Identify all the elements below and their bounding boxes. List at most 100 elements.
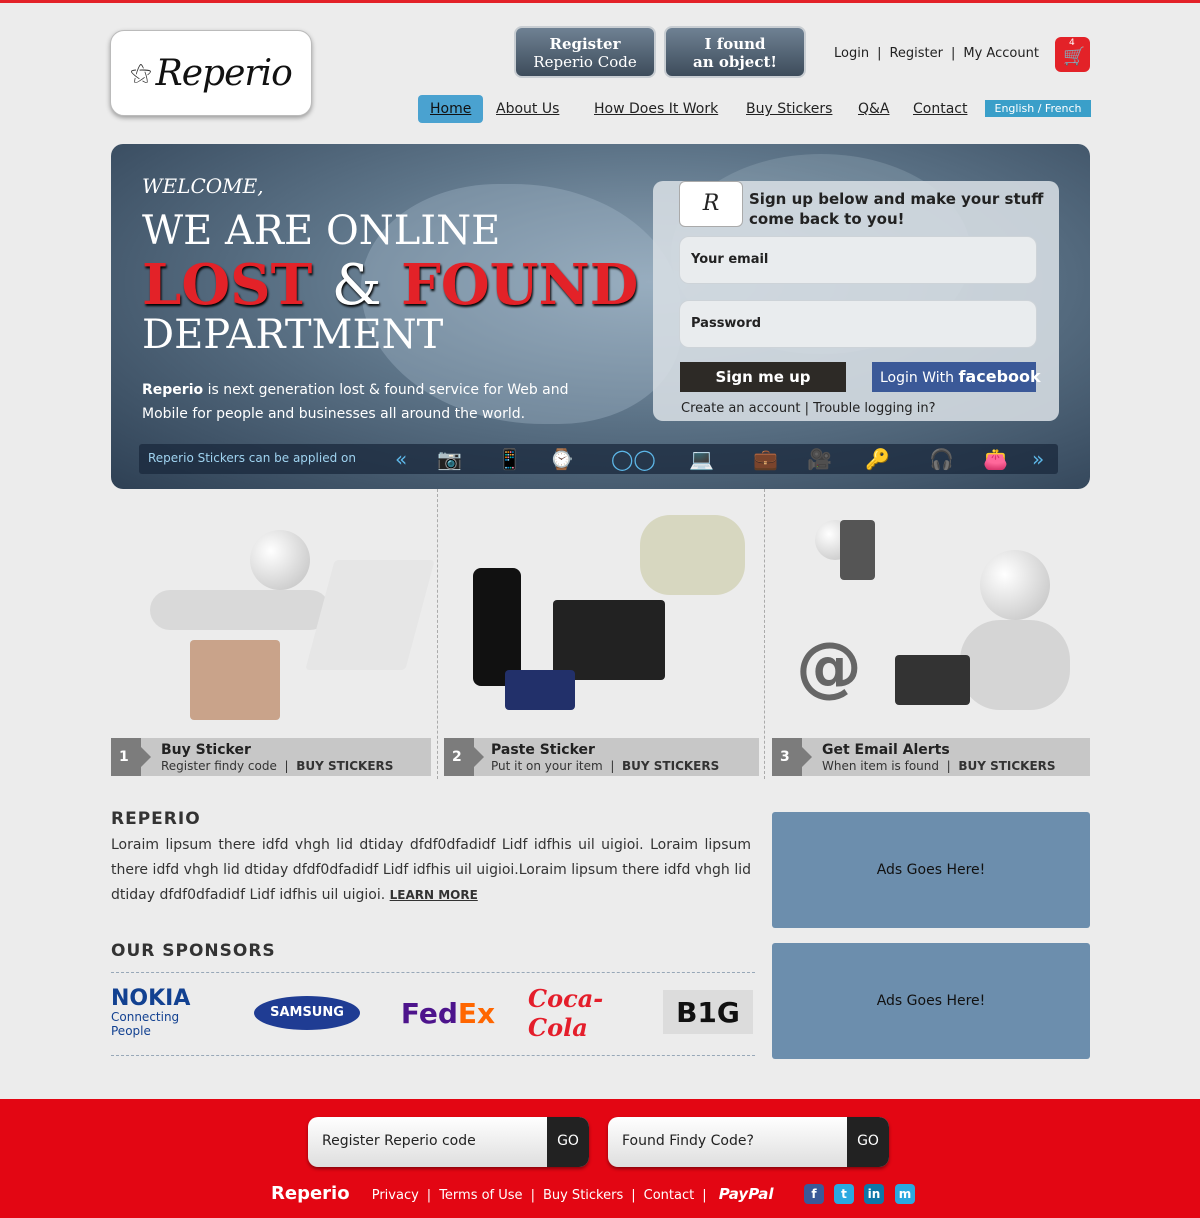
sponsor-coca-cola[interactable]: Coca-Cola	[528, 984, 628, 1042]
sponsor-fedex[interactable]: Fed Ex	[400, 990, 495, 1036]
register-code-field[interactable]: Register Reperio code GO	[308, 1117, 589, 1167]
step-number: 3	[772, 738, 812, 776]
buy-stickers-link[interactable]: BUY STICKERS	[958, 759, 1055, 773]
bag-icon: 💼	[753, 447, 778, 471]
sponsors-title: OUR SPONSORS	[111, 941, 276, 961]
linkedin-icon[interactable]: in	[864, 1184, 884, 1204]
applicable-items-label: Reperio Stickers can be applied on	[148, 451, 356, 465]
found-object-button-line1: I found	[704, 35, 766, 53]
applicable-items-bar: Reperio Stickers can be applied on « 📷 📱…	[139, 444, 1058, 474]
top-link-separator: |	[951, 46, 956, 61]
wallet-shape	[505, 670, 575, 710]
signup-link-separator: |	[804, 401, 809, 416]
email-alerts-illustration: @	[790, 500, 1080, 732]
sponsors-divider-top	[111, 972, 755, 973]
column-divider	[437, 489, 438, 779]
wallet-icon: 👛	[983, 447, 1008, 471]
footer-separator: |	[631, 1188, 636, 1203]
terms-link[interactable]: Terms of Use	[439, 1188, 522, 1203]
myspace-icon[interactable]: m	[895, 1184, 915, 1204]
figure-head	[250, 530, 310, 590]
buy-stickers-footer-link[interactable]: Buy Stickers	[543, 1188, 623, 1203]
learn-more-link[interactable]: LEARN MORE	[390, 888, 478, 902]
sponsor-big-ten[interactable]: B1G	[663, 990, 753, 1034]
signup-button[interactable]: Sign me up	[680, 362, 846, 392]
step-description: When item is found	[822, 759, 939, 773]
trouble-login-link[interactable]: Trouble logging in?	[813, 401, 935, 416]
hero-headline-line1: WE ARE ONLINE	[142, 208, 501, 254]
buy-stickers-link[interactable]: BUY STICKERS	[296, 759, 393, 773]
coca-cola-logo-text: Coca-Cola	[528, 984, 604, 1042]
facebook-icon[interactable]: f	[804, 1184, 824, 1204]
step-separator: |	[610, 759, 615, 773]
step-separator: |	[284, 759, 289, 773]
cart-button[interactable]: 4 🛒	[1055, 37, 1090, 72]
register-code-placeholder: Register Reperio code	[322, 1133, 476, 1149]
signup-panel: R Sign up below and make your stuff come…	[653, 181, 1059, 421]
buy-stickers-link[interactable]: BUY STICKERS	[622, 759, 719, 773]
ad-slot-1[interactable]: Ads Goes Here!	[772, 812, 1090, 928]
privacy-link[interactable]: Privacy	[372, 1188, 419, 1203]
scroll-right-icon[interactable]: »	[1032, 447, 1044, 471]
create-account-link[interactable]: Create an account	[681, 401, 800, 416]
language-switch[interactable]: English / French	[985, 100, 1091, 117]
phone-shape	[840, 520, 875, 580]
nav-buy-stickers[interactable]: Buy Stickers	[746, 95, 832, 123]
hero-welcome: WELCOME,	[142, 174, 264, 198]
step-description: Put it on your item	[491, 759, 603, 773]
site-logo[interactable]: ⚝ Reperio	[110, 30, 312, 116]
buy-sticker-illustration	[120, 500, 435, 732]
smartphone-shape	[473, 568, 521, 686]
register-code-button[interactable]: Register Reperio Code	[514, 26, 656, 78]
step-title: Paste Sticker	[491, 742, 595, 758]
nav-how-it-works[interactable]: How Does It Work	[594, 95, 718, 123]
nav-qa[interactable]: Q&A	[858, 95, 890, 123]
facebook-brand: facebook	[958, 367, 1041, 386]
fedex-logo-fed: Fed	[400, 996, 458, 1030]
footer-links: Reperio Privacy | Terms of Use | Buy Sticker…	[271, 1183, 774, 1204]
scroll-left-icon[interactable]: «	[395, 447, 407, 471]
step-subtitle: Put it on your item | BUY STICKERS	[491, 759, 719, 773]
cart-icon: 🛒	[1063, 46, 1086, 67]
nav-home[interactable]: Home	[418, 95, 484, 123]
figure-body	[150, 590, 330, 630]
ad-slot-2[interactable]: Ads Goes Here!	[772, 943, 1090, 1059]
contact-footer-link[interactable]: Contact	[644, 1188, 695, 1203]
register-link[interactable]: Register	[889, 46, 943, 61]
hero-lost: LOST	[142, 252, 313, 318]
step-1: 1 Buy Sticker Register findy code | BUY …	[111, 738, 431, 776]
found-go-button[interactable]: GO	[847, 1117, 889, 1167]
step-2: 2 Paste Sticker Put it on your item | BU…	[444, 738, 759, 776]
top-links: Login | Register | My Account	[834, 46, 1039, 61]
hero-banner: WELCOME, WE ARE ONLINE LOST & FOUND DEPA…	[111, 144, 1090, 489]
at-sign-icon: @	[796, 628, 862, 705]
found-object-button-line2: an object!	[693, 53, 777, 71]
nav-contact[interactable]: Contact	[913, 95, 967, 123]
top-accent-line	[0, 0, 1200, 3]
found-object-button[interactable]: I found an object!	[664, 26, 806, 78]
twitter-icon[interactable]: t	[834, 1184, 854, 1204]
sponsor-nokia[interactable]: NOKIA Connecting People	[111, 988, 213, 1039]
login-link[interactable]: Login	[834, 46, 869, 61]
paypal-logo[interactable]: PayPal	[719, 1185, 774, 1203]
sticker-rolls-shape	[640, 515, 745, 595]
top-link-separator: |	[877, 46, 882, 61]
email-field[interactable]: Your email	[679, 236, 1037, 284]
signup-links: Create an account | Trouble logging in?	[681, 401, 935, 416]
found-code-field[interactable]: Found Findy Code? GO	[608, 1117, 889, 1167]
sponsor-samsung[interactable]: SAMSUNG	[254, 990, 360, 1036]
hero-desc-text: is next generation lost & found service …	[142, 382, 569, 422]
password-field[interactable]: Password	[679, 300, 1037, 348]
facebook-login-button[interactable]: Login With facebook	[872, 362, 1041, 392]
sponsors-divider-bottom	[111, 1055, 755, 1056]
hero-headline-line2: LOST & FOUND	[142, 252, 638, 318]
register-go-button[interactable]: GO	[547, 1117, 589, 1167]
hero-headline-line3: DEPARTMENT	[142, 312, 444, 358]
nav-about[interactable]: About Us	[496, 95, 559, 123]
step-number: 2	[444, 738, 484, 776]
phone-icon: 📱	[497, 447, 522, 471]
laptop-shape	[553, 600, 665, 680]
big-ten-logo-text: B1G	[676, 995, 740, 1029]
my-account-link[interactable]: My Account	[963, 46, 1039, 61]
step-title: Buy Sticker	[161, 742, 251, 758]
